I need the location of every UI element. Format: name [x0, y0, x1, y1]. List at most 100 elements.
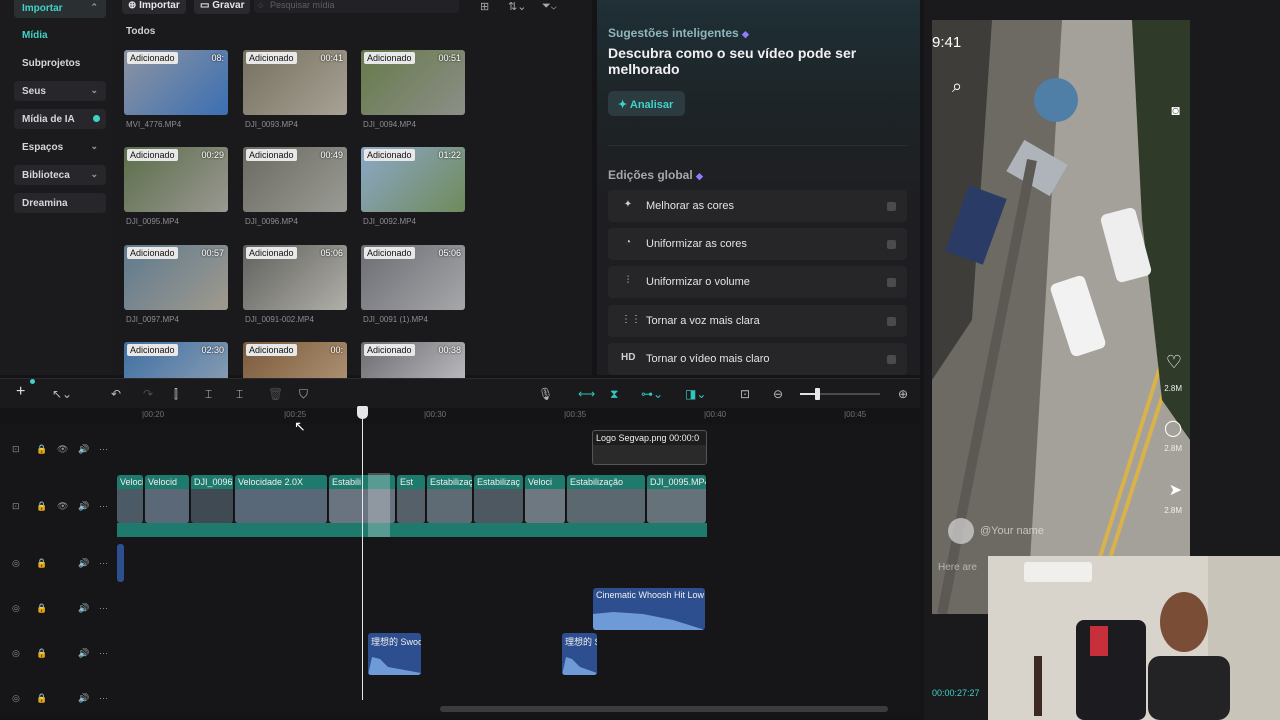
- nav-ai-media[interactable]: Mídia de IA: [14, 109, 106, 129]
- trim-left-icon[interactable]: ⌶: [205, 387, 212, 402]
- analyze-button[interactable]: ✦ Analisar: [608, 91, 685, 116]
- zoom-in-icon[interactable]: ⊕: [898, 387, 908, 401]
- lock-icon[interactable]: 🔒: [36, 444, 47, 455]
- media-thumbnail[interactable]: Adicionado 01:22: [361, 147, 465, 212]
- lock-icon[interactable]: 🔒: [36, 603, 47, 614]
- overlay-clip[interactable]: Logo Segvap.png 00:00:0: [592, 430, 707, 465]
- audio-track-icon[interactable]: ◎: [12, 603, 20, 614]
- zoom-slider[interactable]: [800, 388, 880, 400]
- video-clip[interactable]: Est: [397, 475, 426, 523]
- audio-track-icon[interactable]: ◎: [12, 558, 20, 569]
- option-match-colors[interactable]: ◔ Uniformizar as cores: [608, 228, 907, 260]
- video-clip[interactable]: Veloci: [525, 475, 566, 523]
- record-button[interactable]: ▭ Gravar: [194, 0, 251, 14]
- speaker-icon[interactable]: 🔊: [78, 693, 89, 704]
- time-ruler[interactable]: |00:20 |00:25 |00:30 |00:35 |00:40 |00:45: [118, 408, 918, 422]
- video-clip[interactable]: DJI_0096.I: [191, 475, 234, 523]
- speaker-icon[interactable]: 🔊: [78, 501, 89, 512]
- audio-clip[interactable]: 理想的 Swoo: [368, 633, 421, 675]
- track-select-icon[interactable]: ⊡: [12, 444, 20, 455]
- lock-icon[interactable]: 🔒: [36, 693, 47, 704]
- zoom-slider-handle[interactable]: [815, 388, 820, 400]
- camera-icon[interactable]: ◙: [1172, 102, 1180, 118]
- split-icon[interactable]: ⫿: [174, 387, 178, 402]
- option-normalize-volume[interactable]: ⫶ Uniformizar o volume: [608, 266, 907, 298]
- media-thumbnail[interactable]: Adicionado 00:49: [243, 147, 347, 212]
- filter-icon[interactable]: ⏷⌄: [542, 0, 557, 13]
- nav-yours[interactable]: Seus ⌄: [14, 81, 106, 101]
- nav-import[interactable]: Importar ⌃: [14, 0, 106, 18]
- audio-clip[interactable]: Cinematic Whoosh Hit Low: [593, 588, 705, 630]
- search-icon[interactable]: ⌕: [952, 76, 962, 97]
- video-clip[interactable]: Velocidade 2.0X: [235, 475, 328, 523]
- more-icon[interactable]: ⋯: [99, 648, 108, 659]
- option-checkbox[interactable]: [887, 278, 896, 287]
- option-checkbox[interactable]: [887, 355, 896, 364]
- share-icon[interactable]: ➤: [1169, 480, 1182, 500]
- media-thumbnail[interactable]: Adicionado 05:06: [243, 245, 347, 310]
- audio-track-icon[interactable]: ◎: [12, 693, 20, 704]
- shield-icon[interactable]: ⛉: [299, 387, 308, 402]
- video-preview[interactable]: 9:41 ⌕ ◙ ♡ 2.8M ◯ 2.8M ➤ 2.8M @Your name…: [932, 20, 1190, 614]
- sort-icon[interactable]: ⇅⌄: [508, 0, 526, 13]
- speaker-icon[interactable]: 🔊: [78, 444, 89, 455]
- lock-icon[interactable]: 🔒: [36, 501, 47, 512]
- audio-track-icon[interactable]: ◎: [12, 648, 20, 659]
- video-clip[interactable]: Estabilizaç: [474, 475, 524, 523]
- magnet-icon[interactable]: ⧗: [610, 387, 618, 402]
- delete-icon[interactable]: 🗑: [268, 387, 283, 401]
- audio-clip[interactable]: 理想的 S: [562, 633, 597, 675]
- nav-library[interactable]: Biblioteca ⌄: [14, 165, 106, 185]
- grid-view-icon[interactable]: ⊞: [480, 0, 489, 13]
- heart-icon[interactable]: ♡: [1166, 352, 1182, 373]
- option-clearer-video[interactable]: HD Tornar o vídeo mais claro: [608, 343, 907, 375]
- nav-dreamina[interactable]: Dreamina: [14, 193, 106, 213]
- media-thumbnail[interactable]: Adicionado 00:41: [243, 50, 347, 115]
- audio-clip-small[interactable]: [117, 544, 124, 582]
- media-thumbnail[interactable]: Adicionado 00:51: [361, 50, 465, 115]
- nav-subprojects[interactable]: Subprojetos: [14, 53, 106, 73]
- import-button[interactable]: ⊕ Importar: [122, 0, 186, 14]
- video-clip[interactable]: DJI_0095.MP4: [647, 475, 707, 523]
- lock-icon[interactable]: 🔒: [36, 558, 47, 569]
- track-select-icon[interactable]: ⊡: [12, 501, 20, 512]
- eye-icon[interactable]: 👁: [57, 501, 68, 512]
- eye-icon[interactable]: 👁: [57, 444, 68, 455]
- option-checkbox[interactable]: [887, 202, 896, 211]
- playhead-handle[interactable]: [357, 406, 368, 419]
- option-checkbox[interactable]: [887, 317, 896, 326]
- zoom-out-icon[interactable]: ⊖: [773, 387, 783, 401]
- more-icon[interactable]: ⋯: [99, 444, 108, 455]
- transition-marker[interactable]: [368, 473, 390, 537]
- microphone-icon[interactable]: 🎙: [538, 387, 553, 401]
- video-clip[interactable]: Veloci: [117, 475, 144, 523]
- add-icon[interactable]: +: [16, 383, 25, 401]
- media-thumbnail[interactable]: Adicionado 05:06: [361, 245, 465, 310]
- horizontal-scrollbar[interactable]: [440, 706, 888, 712]
- redo-icon[interactable]: ↷: [143, 387, 153, 401]
- more-icon[interactable]: ⋯: [99, 693, 108, 704]
- captions-icon[interactable]: ⊡: [740, 387, 750, 401]
- lock-icon[interactable]: 🔒: [36, 648, 47, 659]
- video-clip[interactable]: Estabilização: [567, 475, 646, 523]
- preview-axis-icon[interactable]: ◨⌄: [685, 387, 706, 401]
- more-icon[interactable]: ⋯: [99, 501, 108, 512]
- chain-icon[interactable]: ⊶⌄: [641, 387, 663, 401]
- playhead[interactable]: [362, 406, 363, 700]
- trim-right-icon[interactable]: ⌶: [236, 387, 243, 402]
- media-thumbnail[interactable]: Adicionado 00:29: [124, 147, 228, 212]
- undo-icon[interactable]: ↶: [111, 387, 121, 401]
- speaker-icon[interactable]: 🔊: [78, 648, 89, 659]
- media-thumbnail[interactable]: Adicionado 08:: [124, 50, 228, 115]
- select-tool-icon[interactable]: ↖⌄: [52, 387, 72, 401]
- more-icon[interactable]: ⋯: [99, 603, 108, 614]
- option-enhance-colors[interactable]: ✦ Melhorar as cores: [608, 190, 907, 222]
- more-icon[interactable]: ⋯: [99, 558, 108, 569]
- option-checkbox[interactable]: [887, 240, 896, 249]
- media-thumbnail[interactable]: Adicionado 00:57: [124, 245, 228, 310]
- video-clip[interactable]: Velocid: [145, 475, 190, 523]
- link-icon[interactable]: ⟷: [578, 387, 595, 401]
- search-input[interactable]: ○ Pesquisar mídia: [254, 0, 459, 13]
- speaker-icon[interactable]: 🔊: [78, 603, 89, 614]
- nav-media[interactable]: Mídia: [14, 25, 106, 45]
